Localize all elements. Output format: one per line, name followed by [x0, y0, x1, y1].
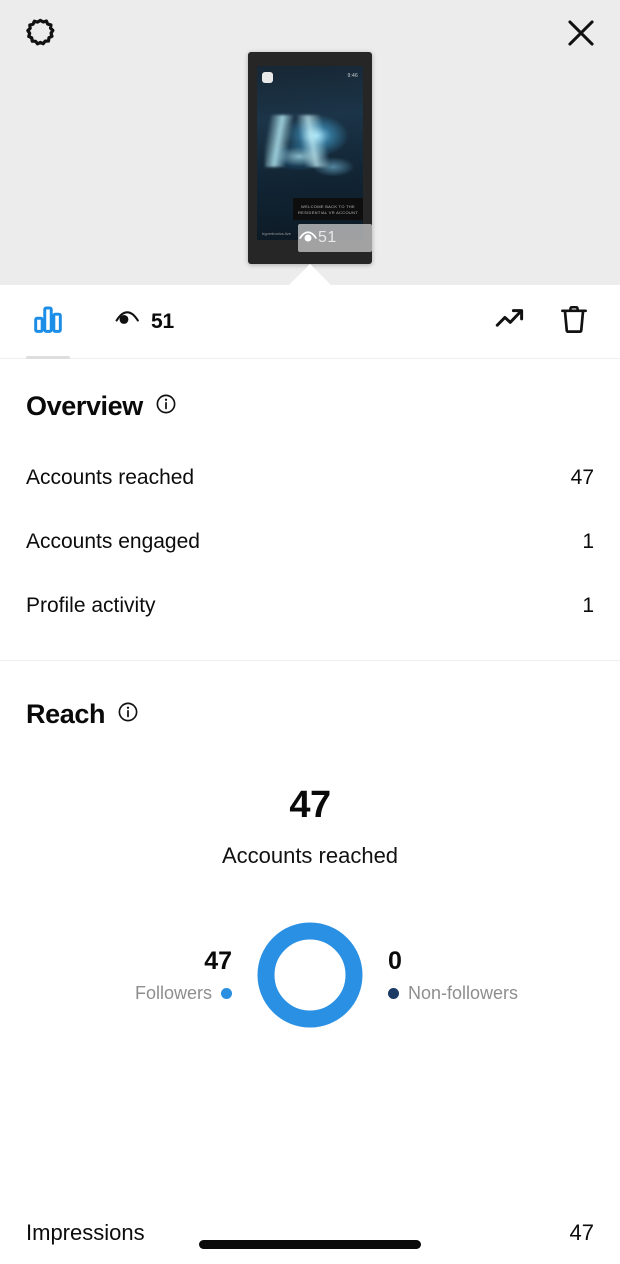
close-button[interactable]	[558, 12, 604, 58]
impressions-value: 47	[569, 1220, 594, 1245]
reach-header: Reach	[26, 699, 594, 730]
story-caption-chip: WELCOME BACK TO THE RESIDENTIAL VR ACCOU…	[293, 198, 363, 220]
promote-button[interactable]	[486, 298, 534, 346]
close-icon	[562, 14, 600, 57]
insights-screen: 9:46 hypertronics.live WELCOME BACK TO T…	[0, 0, 620, 1264]
reach-section: Reach 47 Accounts reached 47 Followers 0…	[0, 661, 620, 1035]
gear-icon	[22, 14, 58, 55]
followers-value: 47	[204, 946, 232, 975]
table-row[interactable]: Accounts reached 47	[26, 446, 594, 510]
insights-header: 9:46 hypertronics.live WELCOME BACK TO T…	[0, 0, 620, 286]
table-row[interactable]: Profile activity 1	[26, 574, 594, 638]
delete-button[interactable]	[550, 298, 598, 346]
non-followers-color-dot	[388, 987, 399, 999]
impressions-label: Impressions	[26, 1220, 145, 1245]
story-caption-line2: RESIDENTIAL VR ACCOUNT	[297, 209, 359, 215]
tab-insights[interactable]	[24, 285, 72, 359]
story-thumbnail[interactable]: 9:46 hypertronics.live WELCOME BACK TO T…	[248, 52, 372, 264]
header-pointer-triangle	[288, 264, 332, 286]
stat-label: Accounts engaged	[26, 530, 200, 553]
donut-graphic	[250, 915, 370, 1035]
stat-label: Accounts reached	[26, 466, 195, 489]
impressions-row[interactable]: Impressions 47	[0, 1202, 620, 1264]
home-indicator	[199, 1240, 421, 1249]
non-followers-label: Non-followers	[408, 982, 519, 1003]
eye-icon	[298, 228, 318, 248]
stat-value: 1	[582, 530, 594, 553]
story-avatar	[262, 72, 273, 83]
views-count: 51	[151, 309, 174, 333]
story-handle-label: hypertronics.live	[262, 231, 291, 236]
overview-section: Overview Accounts reached 47 Accounts en…	[0, 359, 620, 638]
non-followers-legend-label: Non-followers	[388, 983, 518, 1004]
reach-hero-value: 47	[289, 784, 331, 826]
non-followers-legend: 0 Non-followers	[370, 947, 560, 1004]
followers-legend: 47 Followers	[60, 947, 250, 1004]
trending-up-icon	[493, 302, 527, 341]
reach-hero: 47 Accounts reached	[26, 784, 594, 869]
settings-button[interactable]	[18, 12, 62, 56]
tab-active-underline	[26, 355, 70, 359]
stat-value: 1	[582, 594, 594, 617]
reach-title: Reach	[26, 699, 106, 729]
eye-icon	[114, 306, 140, 337]
info-icon[interactable]	[117, 701, 139, 728]
stat-label: Profile activity	[26, 594, 156, 617]
table-row[interactable]: Accounts engaged 1	[26, 510, 594, 574]
views-stat[interactable]: 51	[114, 306, 174, 337]
followers-label: Followers	[134, 982, 212, 1003]
trash-icon	[557, 302, 591, 341]
story-views-badge-value: 51	[318, 229, 337, 246]
followers-legend-label: Followers	[135, 983, 232, 1004]
reach-hero-label: Accounts reached	[221, 843, 399, 868]
overview-header: Overview	[26, 391, 594, 422]
non-followers-value: 0	[388, 946, 402, 975]
stat-value: 47	[570, 466, 594, 489]
info-icon[interactable]	[155, 393, 177, 420]
overview-title: Overview	[26, 391, 143, 421]
insights-toolbar: 51	[0, 285, 620, 359]
bar-chart-icon	[31, 302, 65, 341]
reach-donut-chart: 47 Followers 0 Non-followers	[26, 915, 594, 1035]
story-time-label: 9:46	[347, 73, 358, 79]
followers-color-dot	[221, 987, 232, 999]
story-caption-line1: WELCOME BACK TO THE	[301, 203, 355, 209]
